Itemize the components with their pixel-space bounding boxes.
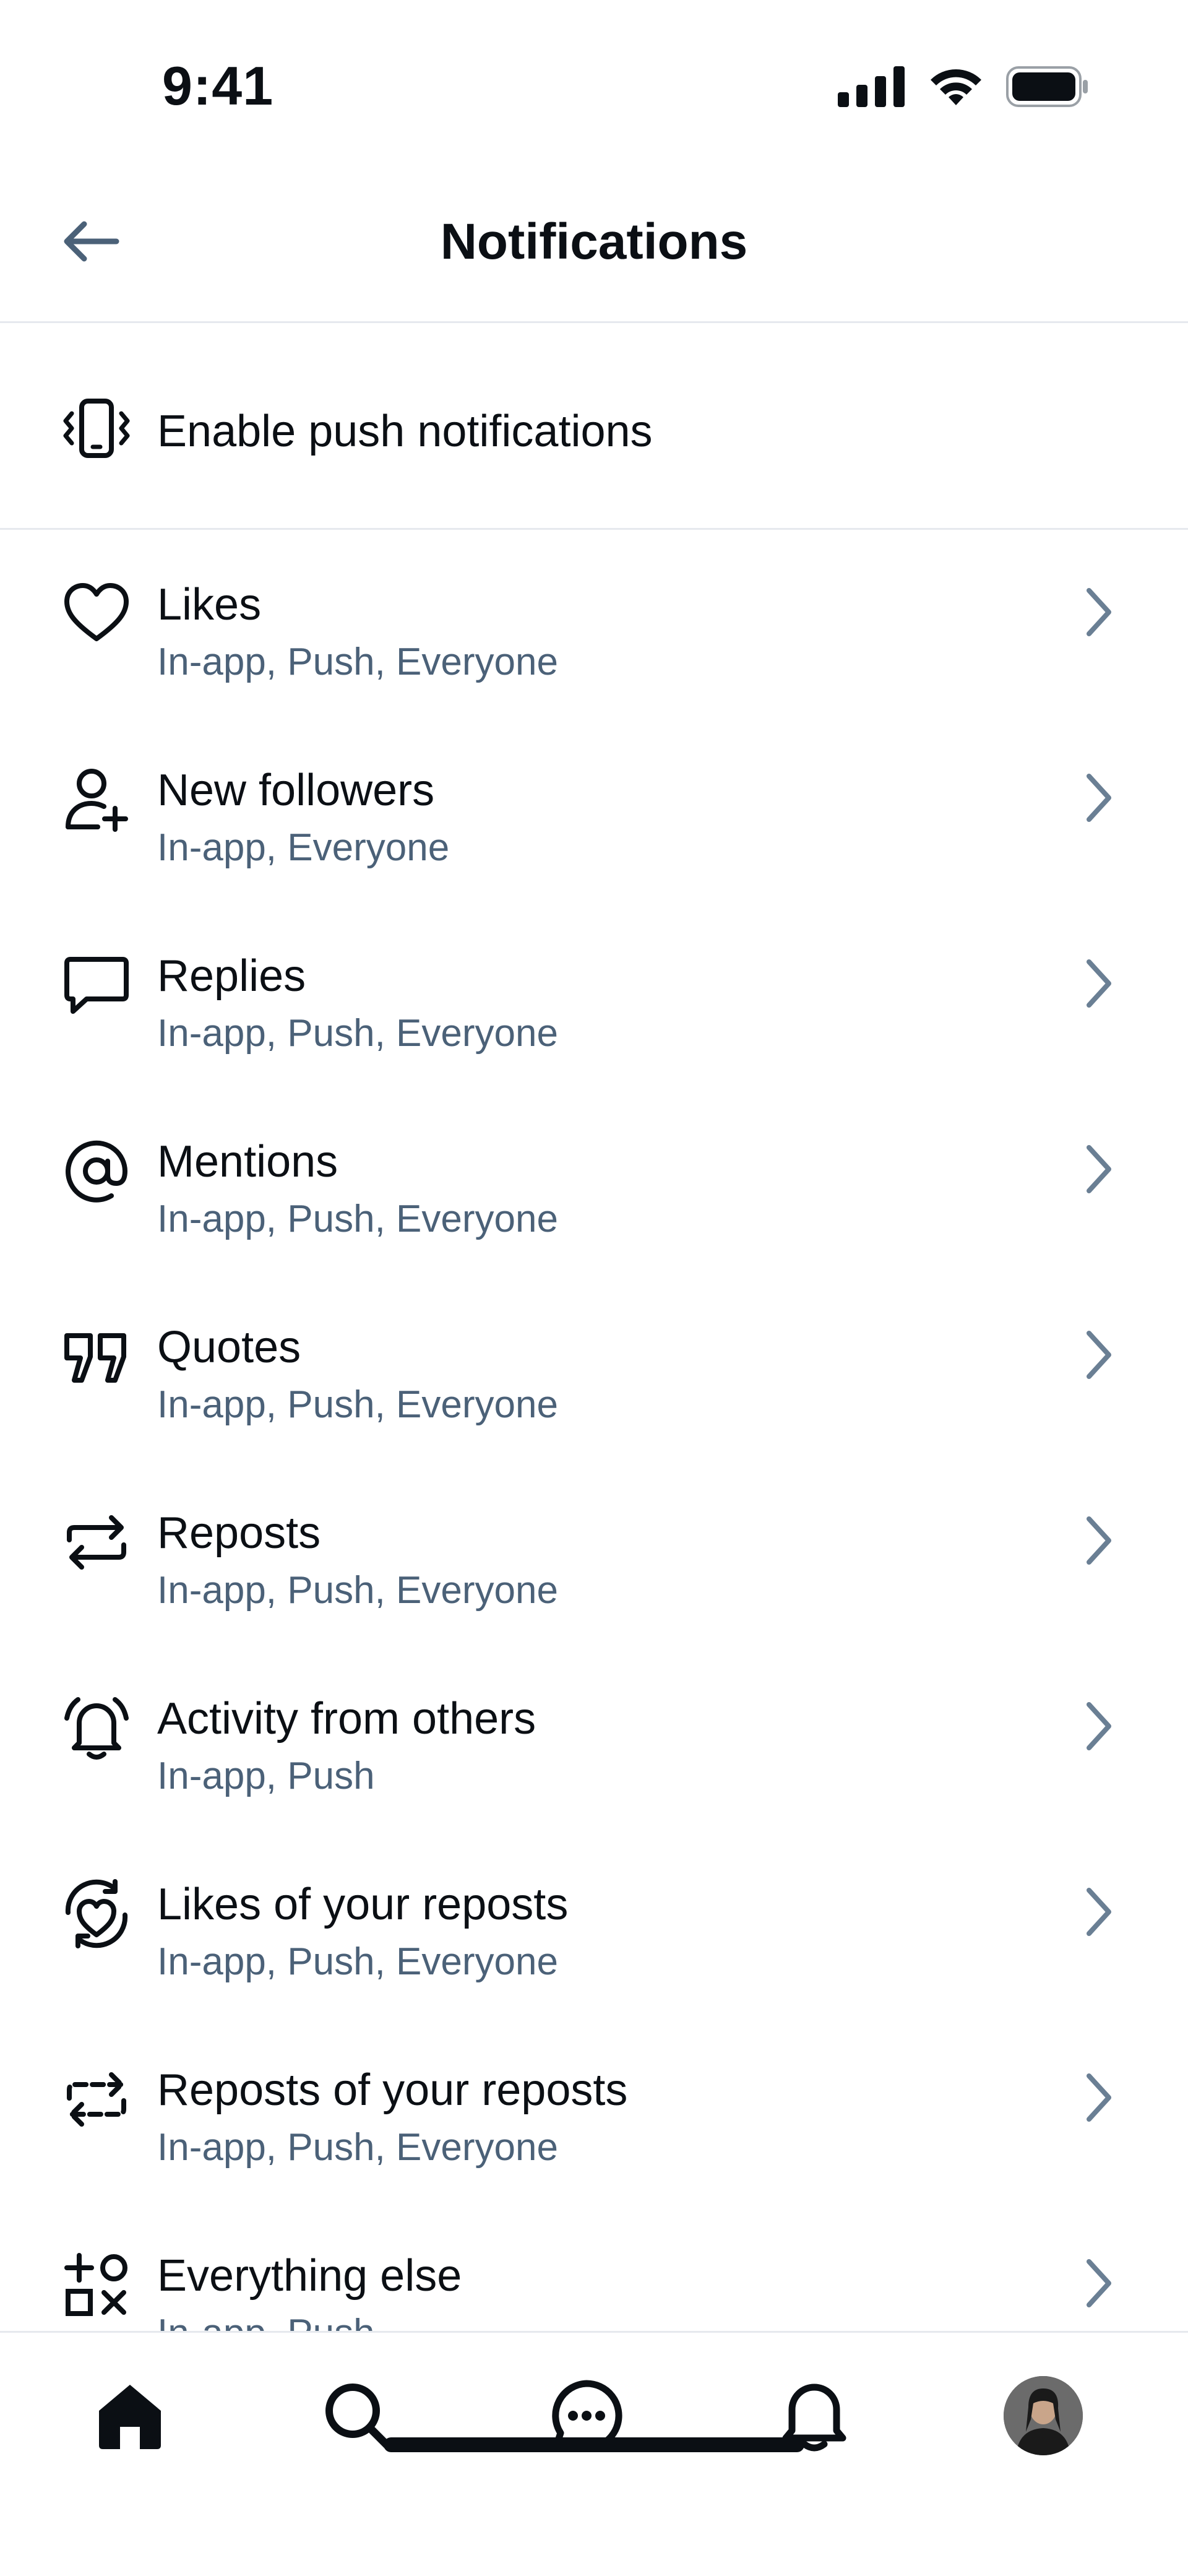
phone-vibrate-icon xyxy=(59,397,134,459)
at-icon xyxy=(62,1136,131,1206)
setting-title: Mentions xyxy=(157,1137,338,1186)
status-bar: 9:41 xyxy=(0,0,1188,155)
battery-icon xyxy=(1006,66,1089,107)
chevron-right-icon xyxy=(1077,2255,1120,2311)
chevron-right-icon xyxy=(1077,1698,1120,1754)
setting-title: Activity from others xyxy=(157,1694,536,1744)
status-time: 9:41 xyxy=(162,55,274,116)
setting-subtitle: In-app, Everyone xyxy=(157,826,450,869)
setting-row-likes[interactable]: Likes In-app, Push, Everyone xyxy=(0,530,1188,715)
setting-title: Quotes xyxy=(157,1323,301,1372)
chevron-right-icon xyxy=(1077,1513,1120,1568)
setting-subtitle: In-app, Push, Everyone xyxy=(157,1012,558,1055)
profile-avatar xyxy=(1004,2376,1083,2455)
header: Notifications xyxy=(0,155,1188,323)
setting-row-quotes[interactable]: Quotes In-app, Push, Everyone xyxy=(0,1273,1188,1458)
setting-row-activity-from-others[interactable]: Activity from others In-app, Push xyxy=(0,1644,1188,1830)
setting-title: Likes xyxy=(157,580,262,629)
enable-push-label: Enable push notifications xyxy=(157,407,653,456)
chevron-right-icon xyxy=(1077,584,1120,640)
quote-icon xyxy=(62,1322,131,1391)
heart-repost-icon xyxy=(62,1879,131,1948)
signal-icon xyxy=(838,66,906,107)
setting-row-mentions[interactable]: Mentions In-app, Push, Everyone xyxy=(0,1087,1188,1273)
bell-ringing-icon xyxy=(62,1693,131,1763)
person-add-icon xyxy=(62,765,131,834)
setting-title: Reposts xyxy=(157,1508,321,1558)
bottom-tab-bar xyxy=(0,2331,1188,2576)
tab-home[interactable] xyxy=(87,2372,173,2459)
chevron-right-icon xyxy=(1077,1884,1120,1940)
setting-subtitle: In-app, Push, Everyone xyxy=(157,1383,558,1426)
setting-row-reposts-of-your-reposts[interactable]: Reposts of your reposts In-app, Push, Ev… xyxy=(0,2015,1188,2201)
chevron-right-icon xyxy=(1077,770,1120,826)
setting-subtitle: In-app, Push xyxy=(157,2311,375,2331)
setting-subtitle: In-app, Push, Everyone xyxy=(157,1198,558,1240)
heart-icon xyxy=(62,579,131,649)
chevron-right-icon xyxy=(1077,956,1120,1011)
setting-title: Likes of your reposts xyxy=(157,1880,569,1929)
setting-title: Replies xyxy=(157,951,306,1001)
status-icons xyxy=(838,66,1089,108)
setting-subtitle: In-app, Push, Everyone xyxy=(157,1940,558,1983)
tab-profile[interactable] xyxy=(1000,2372,1087,2459)
chevron-right-icon xyxy=(1077,1141,1120,1197)
setting-row-replies[interactable]: Replies In-app, Push, Everyone xyxy=(0,901,1188,1087)
shapes-icon xyxy=(62,2250,131,2320)
setting-row-reposts[interactable]: Reposts In-app, Push, Everyone xyxy=(0,1458,1188,1644)
setting-row-likes-of-your-reposts[interactable]: Likes of your reposts In-app, Push, Ever… xyxy=(0,1830,1188,2015)
setting-subtitle: In-app, Push, Everyone xyxy=(157,1569,558,1612)
setting-subtitle: In-app, Push, Everyone xyxy=(157,641,558,683)
setting-subtitle: In-app, Push xyxy=(157,1755,375,1797)
setting-row-everything-else[interactable]: Everything else In-app, Push xyxy=(0,2201,1188,2331)
chevron-right-icon xyxy=(1077,2070,1120,2125)
setting-title: New followers xyxy=(157,766,435,815)
setting-subtitle: In-app, Push, Everyone xyxy=(157,2126,558,2169)
page-title: Notifications xyxy=(440,214,748,270)
home-icon xyxy=(93,2379,167,2453)
repost-dashed-icon xyxy=(62,2065,131,2134)
wifi-icon xyxy=(927,66,985,108)
chevron-right-icon xyxy=(1077,1327,1120,1383)
setting-title: Reposts of your reposts xyxy=(157,2065,628,2115)
setting-title: Everything else xyxy=(157,2251,462,2301)
setting-row-new-followers[interactable]: New followers In-app, Everyone xyxy=(0,715,1188,901)
enable-push-row[interactable]: Enable push notifications xyxy=(0,323,1188,530)
repost-icon xyxy=(62,1508,131,1577)
notification-settings-list: Likes In-app, Push, Everyone New followe… xyxy=(0,530,1188,2331)
speech-bubble-icon xyxy=(62,951,131,1020)
home-indicator xyxy=(384,2437,804,2452)
